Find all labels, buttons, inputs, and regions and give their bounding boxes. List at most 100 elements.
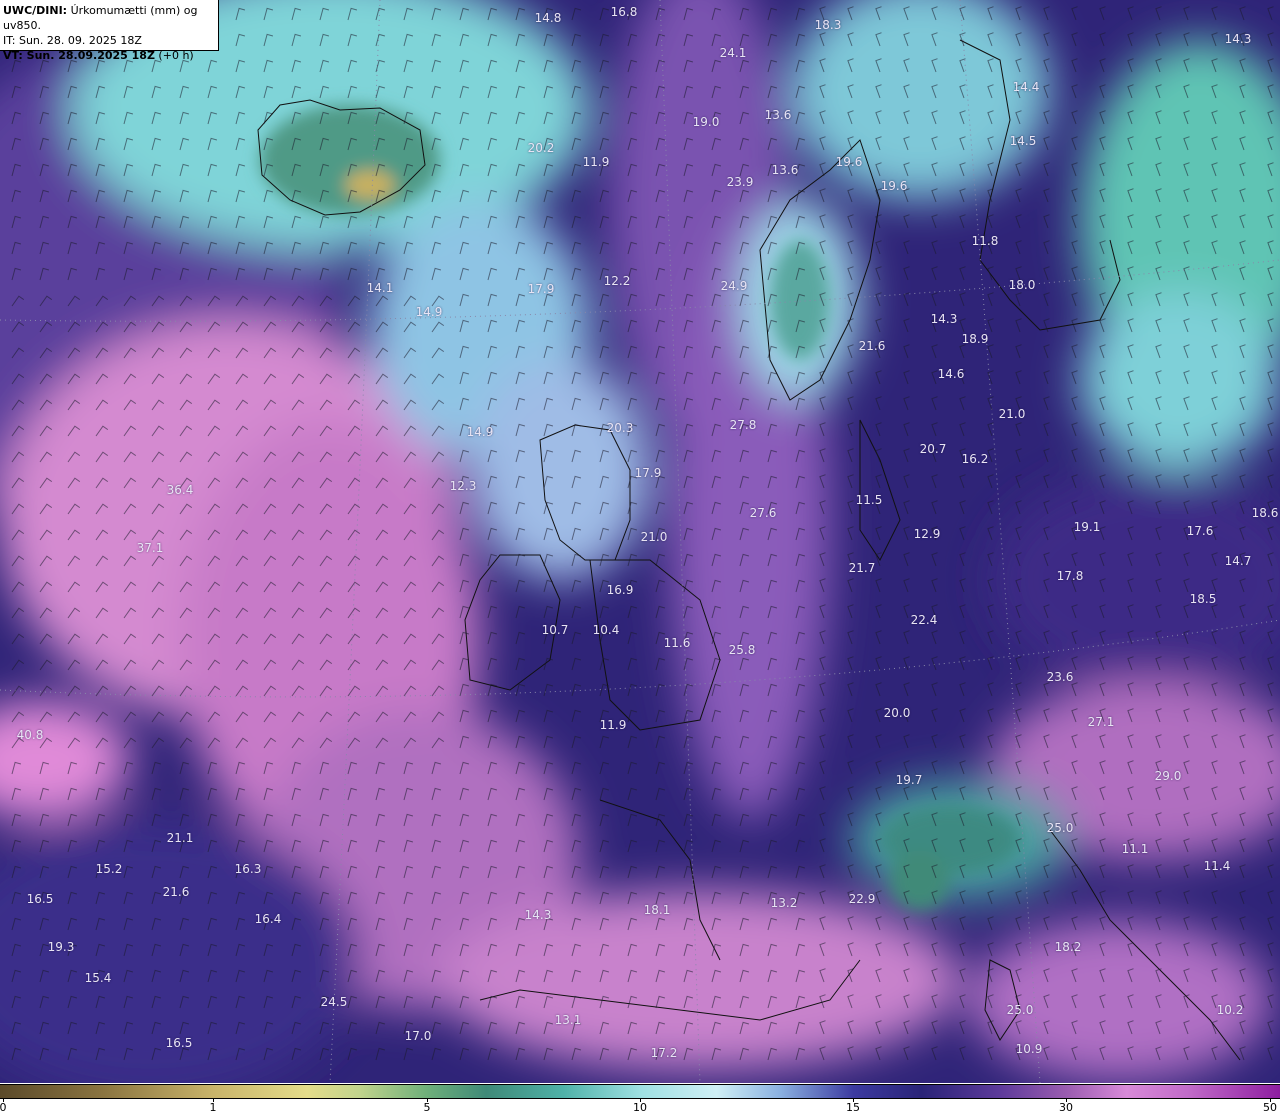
precip-value-label: 15.4 (84, 971, 112, 985)
precip-value-label: 21.7 (848, 561, 876, 575)
precip-value-label: 16.5 (165, 1036, 193, 1050)
precip-value-label: 20.3 (606, 421, 634, 435)
precip-value-label: 19.7 (895, 773, 923, 787)
precip-value-label: 27.6 (749, 506, 777, 520)
weather-map: 14.8 16.8 18.3 14.3 24.1 14.4 19.0 13.6 14.5 20.2… (0, 0, 1280, 1083)
precip-value-label: 17.6 (1186, 524, 1214, 538)
model-name: UWC/DINI: (3, 4, 68, 17)
colorbar-tick-label: 50 (1263, 1101, 1277, 1114)
colorbar-strip (0, 1084, 1280, 1099)
precip-value-label: 13.6 (764, 108, 792, 122)
precip-value-label: 23.9 (726, 175, 754, 189)
precip-value-label: 13.1 (554, 1013, 582, 1027)
precip-value-label: 16.8 (610, 5, 638, 19)
precip-value-label: 12.3 (449, 479, 477, 493)
precip-value-label: 27.1 (1087, 715, 1115, 729)
precip-value-label: 17.0 (404, 1029, 432, 1043)
precip-value-label: 11.4 (1203, 859, 1231, 873)
precip-value-label: 25.8 (728, 643, 756, 657)
precip-value-label: 14.4 (1012, 80, 1040, 94)
precip-value-label: 14.9 (415, 305, 443, 319)
precip-value-label: 18.6 (1251, 506, 1279, 520)
precip-value-label: 25.0 (1046, 821, 1074, 835)
precip-value-label: 21.0 (640, 530, 668, 544)
colorbar-tick-label: 5 (423, 1101, 431, 1114)
precip-value-label: 22.9 (848, 892, 876, 906)
precip-value-label: 11.5 (855, 493, 883, 507)
precip-value-label: 14.9 (466, 425, 494, 439)
precip-value-label: 20.2 (527, 141, 555, 155)
precip-value-label: 37.1 (136, 541, 164, 555)
precip-value-label: 17.9 (527, 282, 555, 296)
precip-value-label: 12.2 (603, 274, 631, 288)
precip-value-label: 24.5 (320, 995, 348, 1009)
precip-value-label: 10.7 (541, 623, 569, 637)
init-time: IT: Sun. 28. 09. 2025 18Z (3, 34, 142, 47)
precip-value-label: 16.2 (961, 452, 989, 466)
precip-value-label: 18.2 (1054, 940, 1082, 954)
precip-value-label: 20.7 (919, 442, 947, 456)
precip-value-label: 18.9 (961, 332, 989, 346)
precip-value-label: 18.5 (1189, 592, 1217, 606)
colorbar-tick-label: 10 (633, 1101, 647, 1114)
precip-value-label: 16.3 (234, 862, 262, 876)
colorbar-tick-label: 1 (209, 1101, 217, 1114)
precip-value-label: 14.3 (930, 312, 958, 326)
precip-value-label: 24.1 (719, 46, 747, 60)
precip-value-label: 14.7 (1224, 554, 1252, 568)
precip-value-label: 11.9 (582, 155, 610, 169)
precip-value-label: 21.6 (858, 339, 886, 353)
precip-value-label: 21.0 (998, 407, 1026, 421)
precip-value-label: 10.9 (1015, 1042, 1043, 1056)
precip-value-label: 14.8 (534, 11, 562, 25)
precip-value-label: 13.2 (770, 896, 798, 910)
colorbar-tick-label: 30 (1059, 1101, 1073, 1114)
precip-value-label: 11.1 (1121, 842, 1149, 856)
valid-time: VT: Sun. 28.09.2025 18Z (3, 49, 155, 62)
colorbar-tick-label: 0 (0, 1101, 7, 1114)
precip-value-label: 23.6 (1046, 670, 1074, 684)
precip-value-label: 40.8 (16, 728, 44, 742)
precip-value-label: 16.4 (254, 912, 282, 926)
precip-value-label: 29.0 (1154, 769, 1182, 783)
precip-value-label: 11.9 (599, 718, 627, 732)
precip-value-label: 14.1 (366, 281, 394, 295)
precip-value-label: 11.8 (971, 234, 999, 248)
precip-value-label: 14.3 (524, 908, 552, 922)
precip-value-label: 25.0 (1006, 1003, 1034, 1017)
precip-value-label: 18.0 (1008, 278, 1036, 292)
precip-value-label: 22.4 (910, 613, 938, 627)
precip-value-label: 17.9 (634, 466, 662, 480)
precip-value-label: 14.5 (1009, 134, 1037, 148)
precip-value-label: 14.6 (937, 367, 965, 381)
info-box: UWC/DINI: Úrkomumætti (mm) og uv850. IT:… (0, 0, 219, 62)
precip-value-label: 17.2 (650, 1046, 678, 1060)
precip-value-label: 12.9 (913, 527, 941, 541)
title-line: UWC/DINI: Úrkomumætti (mm) og uv850. (3, 3, 215, 33)
precip-value-label: 36.4 (166, 483, 194, 497)
precip-value-label: 18.3 (814, 18, 842, 32)
precip-value-label: 19.3 (47, 940, 75, 954)
precip-value-label: 19.6 (835, 155, 863, 169)
precip-value-label: 11.6 (663, 636, 691, 650)
colorbar: 0 1 5 10 15 30 50 (0, 1083, 1280, 1115)
precip-value-label: 20.0 (883, 706, 911, 720)
precip-value-label: 14.3 (1224, 32, 1252, 46)
precip-value-label: 21.6 (162, 885, 190, 899)
precip-value-label: 19.1 (1073, 520, 1101, 534)
precip-value-label: 13.6 (771, 163, 799, 177)
precip-value-label: 21.1 (166, 831, 194, 845)
valid-time-line: VT: Sun. 28.09.2025 18Z (+0 h) (3, 48, 215, 63)
precip-value-label: 19.0 (692, 115, 720, 129)
precip-value-label: 19.6 (880, 179, 908, 193)
precip-value-label: 18.1 (643, 903, 671, 917)
precip-value-label: 24.9 (720, 279, 748, 293)
precip-value-label: 16.9 (606, 583, 634, 597)
precip-value-label: 10.2 (1216, 1003, 1244, 1017)
precip-value-label: 17.8 (1056, 569, 1084, 583)
precip-value-label: 16.5 (26, 892, 54, 906)
colorbar-tick-label: 15 (846, 1101, 860, 1114)
precip-value-label: 10.4 (592, 623, 620, 637)
precip-value-label: 15.2 (95, 862, 123, 876)
precip-value-label: 27.8 (729, 418, 757, 432)
